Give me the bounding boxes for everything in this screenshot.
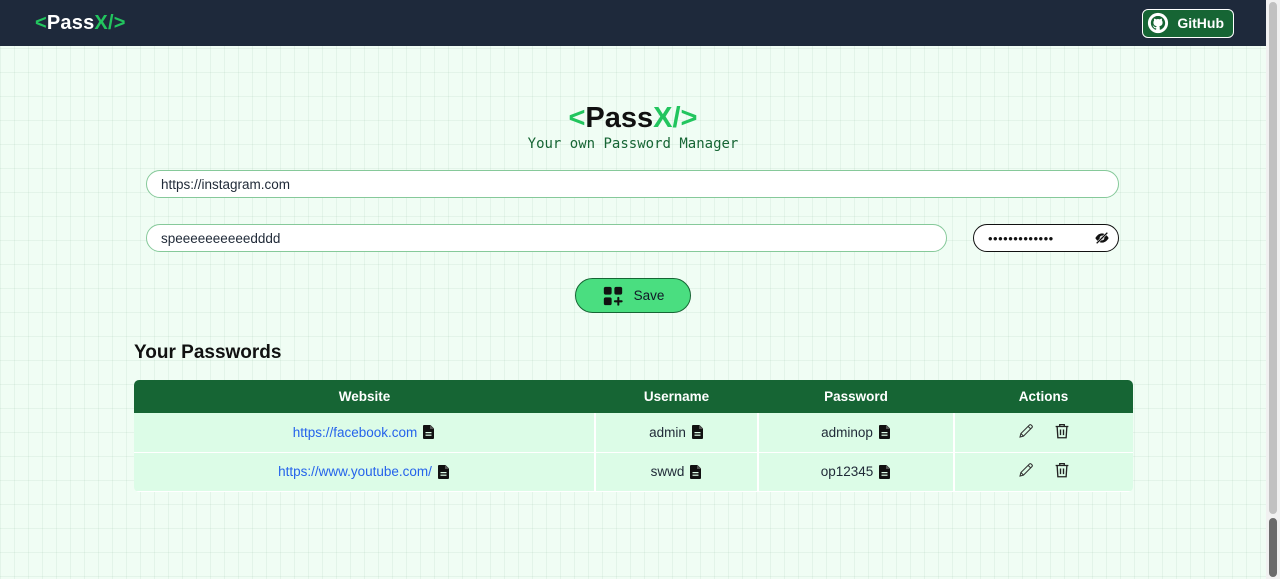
passwords-heading: Your Passwords xyxy=(134,342,282,363)
edit-icon[interactable] xyxy=(1017,461,1035,479)
copy-icon[interactable] xyxy=(691,425,704,440)
website-url-value: https://instagram.com xyxy=(161,176,291,192)
nav-logo[interactable]: <PassX/> xyxy=(35,12,126,35)
website-link[interactable]: https://facebook.com xyxy=(293,425,418,440)
username-text: swwd xyxy=(650,464,685,479)
scrollbar-thumb[interactable] xyxy=(1269,518,1277,577)
website-url-input[interactable]: https://instagram.com xyxy=(146,170,1119,198)
page-title: <PassX/> xyxy=(0,100,1266,136)
username-input[interactable]: speeeeeeeeeedddd xyxy=(146,224,947,252)
copy-icon[interactable] xyxy=(879,464,891,479)
copy-icon[interactable] xyxy=(878,425,891,440)
website-link[interactable]: https://www.youtube.com/ xyxy=(278,464,432,479)
github-label: GitHub xyxy=(1177,15,1224,31)
password-text: op12345 xyxy=(820,464,874,479)
hero: <PassX/> Your own Password Manager xyxy=(0,100,1266,152)
copy-icon[interactable] xyxy=(437,464,450,479)
column-website: Website xyxy=(338,389,391,404)
actions-cell xyxy=(954,452,1133,492)
copy-icon[interactable] xyxy=(423,425,435,440)
add-grid-icon xyxy=(603,286,623,306)
actions-cell xyxy=(954,413,1133,453)
table-header-row: Website Username Password Actions xyxy=(134,380,1133,413)
username-cell: admin xyxy=(595,413,759,453)
website-cell: https://facebook.com xyxy=(134,413,596,453)
page-scrollbar[interactable] xyxy=(1266,0,1280,579)
title-bracket: < xyxy=(568,102,586,134)
tagline: Your own Password Manager xyxy=(527,136,739,152)
logo-bracket: < xyxy=(35,11,47,34)
username-text: admin xyxy=(649,424,686,440)
eye-off-icon[interactable] xyxy=(1094,230,1110,246)
table-row: https://facebook.com admin adminop xyxy=(134,413,1133,453)
trash-icon[interactable] xyxy=(1053,461,1071,479)
title-text: Pass xyxy=(585,102,654,134)
password-text: adminop xyxy=(821,424,873,440)
trash-icon[interactable] xyxy=(1053,422,1071,440)
column-actions: Actions xyxy=(1018,389,1069,404)
save-button[interactable]: Save xyxy=(575,278,691,313)
table-row: https://www.youtube.com/ swwd op12345 xyxy=(134,452,1133,492)
password-cell: op12345 xyxy=(758,452,955,492)
copy-icon[interactable] xyxy=(690,464,702,479)
github-icon xyxy=(1148,12,1169,34)
logo-accent: X/> xyxy=(94,11,126,34)
edit-icon[interactable] xyxy=(1017,422,1035,440)
column-password: Password xyxy=(824,389,888,404)
scrollbar-track-upper[interactable] xyxy=(1269,2,1277,514)
username-value: speeeeeeeeeedddd xyxy=(161,230,281,246)
logo-text: Pass xyxy=(46,11,95,34)
passwords-table: Website Username Password Actions https:… xyxy=(134,380,1133,492)
navbar: <PassX/> GitHub xyxy=(0,0,1266,46)
title-accent: X/> xyxy=(653,102,698,134)
save-label: Save xyxy=(633,288,665,303)
password-value: ••••••••••••• xyxy=(988,230,1054,246)
password-cell: adminop xyxy=(758,413,955,453)
github-button[interactable]: GitHub xyxy=(1142,8,1234,38)
website-cell: https://www.youtube.com/ xyxy=(134,452,596,492)
password-input[interactable]: ••••••••••••• xyxy=(973,224,1119,252)
username-cell: swwd xyxy=(595,452,759,492)
column-username: Username xyxy=(643,389,710,404)
